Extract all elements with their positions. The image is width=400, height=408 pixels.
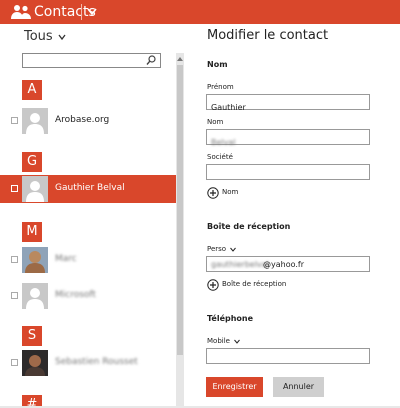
- contact-list-scrollbar[interactable]: [176, 53, 184, 408]
- plus-circle-icon: [207, 279, 219, 291]
- plus-circle-icon: [207, 187, 219, 199]
- contact-row-selected[interactable]: Gauthier Belval: [0, 175, 176, 203]
- add-inbox-label: Boîte de réception: [222, 280, 287, 288]
- section-title-name: Nom: [207, 60, 228, 69]
- chevron-down-icon: [58, 34, 66, 40]
- chevron-down-icon: [230, 247, 237, 252]
- group-header-m[interactable]: M: [22, 222, 42, 242]
- app-header: Contacts: [0, 0, 400, 24]
- company-field[interactable]: [206, 164, 370, 185]
- avatar-placeholder-icon: [22, 283, 48, 309]
- avatar-photo: [22, 247, 48, 273]
- group-header-g[interactable]: G: [22, 152, 42, 172]
- phone-type-dropdown[interactable]: Mobile: [207, 337, 241, 345]
- contact-checkbox[interactable]: [11, 256, 18, 263]
- contact-row[interactable]: Microsoft: [0, 282, 176, 310]
- last-name-label: Nom: [207, 118, 224, 126]
- email-domain[interactable]: @yahoo.fr: [263, 260, 304, 269]
- chevron-down-icon: [234, 339, 241, 344]
- contact-checkbox[interactable]: [11, 359, 18, 366]
- people-icon: [11, 5, 31, 19]
- search-box[interactable]: [22, 53, 161, 68]
- save-button[interactable]: Enregistrer: [206, 377, 263, 397]
- chevron-down-icon[interactable]: [86, 5, 98, 19]
- contact-checkbox[interactable]: [11, 185, 18, 192]
- contact-row[interactable]: Sebastien Rousset: [0, 349, 176, 377]
- contact-row[interactable]: Marc: [0, 246, 176, 274]
- avatar-placeholder-icon: [22, 176, 48, 202]
- last-name-field[interactable]: [206, 129, 370, 150]
- email-type-dropdown[interactable]: Perso: [207, 245, 237, 253]
- contact-list: A Arobase.org G Gauthier Belval M Marc M…: [0, 77, 176, 408]
- contact-name: Gauthier Belval: [55, 183, 125, 193]
- contact-name: Marc: [55, 254, 77, 264]
- avatar-placeholder-icon: [22, 108, 48, 134]
- scroll-up-icon[interactable]: [177, 55, 183, 63]
- header-separator: [81, 4, 82, 20]
- section-title-phone: Téléphone: [207, 314, 254, 323]
- contact-row[interactable]: Arobase.org: [0, 107, 176, 135]
- company-input[interactable]: [207, 170, 369, 185]
- cancel-button[interactable]: Annuler: [273, 377, 324, 397]
- first-name-input[interactable]: [207, 100, 369, 115]
- contact-name: Sebastien Rousset: [55, 357, 138, 367]
- group-header-a[interactable]: A: [22, 80, 42, 100]
- contact-checkbox[interactable]: [11, 292, 18, 299]
- filter-label: Tous: [24, 29, 53, 44]
- section-title-inbox: Boîte de réception: [207, 222, 291, 231]
- contact-name: Microsoft: [55, 290, 96, 300]
- email-user[interactable]: gauthierbelval: [211, 260, 269, 269]
- first-name-label: Prénom: [207, 83, 234, 91]
- email-type-label: Perso: [207, 245, 227, 253]
- group-header-s[interactable]: S: [22, 326, 42, 346]
- form-title: Modifier le contact: [207, 28, 329, 43]
- last-name-input[interactable]: [207, 135, 369, 150]
- add-name-label: Nom: [222, 188, 239, 196]
- email-field[interactable]: gauthierbelval @yahoo.fr: [206, 256, 370, 272]
- filter-dropdown[interactable]: Tous: [24, 29, 66, 44]
- first-name-field[interactable]: [206, 94, 370, 115]
- contact-name: Arobase.org: [55, 115, 110, 125]
- avatar-photo: [22, 350, 48, 376]
- search-input[interactable]: [23, 54, 141, 67]
- scrollbar-thumb[interactable]: [177, 65, 183, 355]
- company-label: Société: [207, 153, 233, 161]
- phone-field[interactable]: [206, 348, 370, 369]
- phone-input[interactable]: [207, 354, 369, 369]
- search-icon[interactable]: [146, 55, 156, 66]
- phone-type-label: Mobile: [207, 337, 230, 345]
- contact-checkbox[interactable]: [11, 117, 18, 124]
